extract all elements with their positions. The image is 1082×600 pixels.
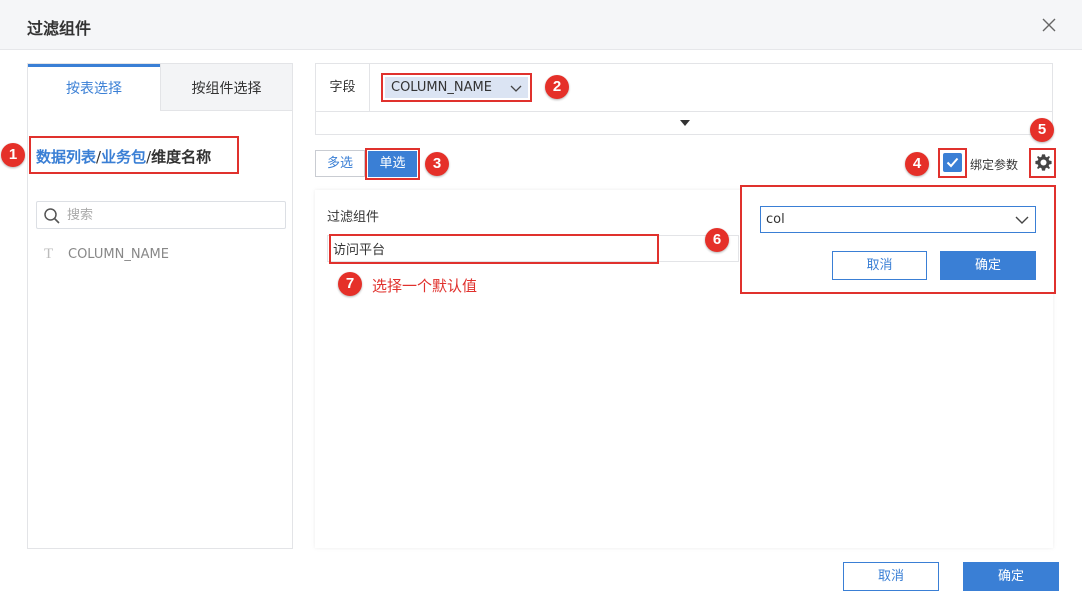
annotation-marker-1: 1 bbox=[1, 143, 25, 167]
check-icon bbox=[946, 157, 959, 168]
field-chip-highlight: COLUMN_NAME bbox=[381, 73, 532, 102]
settings-highlight bbox=[1029, 148, 1056, 178]
multi-select-button[interactable]: 多选 bbox=[315, 150, 365, 177]
annotation-marker-6: 6 bbox=[705, 228, 729, 252]
single-select-button[interactable]: 单选 bbox=[368, 151, 417, 177]
annotation-marker-5: 5 bbox=[1030, 118, 1054, 142]
expand-row bbox=[315, 111, 1053, 135]
filter-title: 过滤组件 bbox=[327, 210, 380, 225]
field-label: 字段 bbox=[316, 64, 370, 111]
text-type-icon: T bbox=[44, 246, 54, 262]
default-value-text: 访问平台 bbox=[333, 243, 386, 258]
popup-cancel-button[interactable]: 取消 bbox=[832, 251, 927, 280]
field-row: 字段 COLUMN_NAME bbox=[315, 63, 1053, 111]
tab-by-component[interactable]: 按组件选择 bbox=[160, 64, 292, 111]
bind-param-checkbox[interactable] bbox=[943, 153, 962, 172]
cancel-button[interactable]: 取消 bbox=[843, 562, 939, 591]
chevron-down-icon bbox=[510, 85, 522, 92]
field-name: COLUMN_NAME bbox=[68, 247, 169, 262]
search-box[interactable] bbox=[36, 201, 286, 229]
close-icon[interactable] bbox=[1038, 14, 1060, 36]
search-input[interactable] bbox=[67, 205, 277, 225]
breadcrumb-data-list[interactable]: 数据列表 bbox=[36, 148, 96, 166]
chevron-down-icon bbox=[1015, 216, 1029, 224]
breadcrumb-dimension-name: 维度名称 bbox=[151, 148, 212, 166]
annotation-marker-3: 3 bbox=[425, 152, 449, 176]
breadcrumb: 数据列表/业务包/维度名称 bbox=[29, 136, 239, 174]
bind-param-highlight bbox=[938, 148, 967, 178]
param-select-value: col bbox=[766, 212, 785, 227]
search-icon bbox=[44, 208, 60, 224]
selected-field-name: COLUMN_NAME bbox=[391, 80, 492, 95]
annotation-marker-7: 7 bbox=[338, 272, 362, 296]
single-select-highlight: 单选 bbox=[365, 148, 420, 180]
annotation-marker-4: 4 bbox=[905, 152, 929, 176]
filter-component-dialog: 过滤组件 按表选择 按组件选择 数据列表/业务包/维度名称 T COLUMN_NA… bbox=[0, 0, 1082, 600]
dialog-title: 过滤组件 bbox=[27, 19, 92, 38]
popup-ok-button[interactable]: 确定 bbox=[940, 251, 1036, 280]
ok-button[interactable]: 确定 bbox=[963, 562, 1059, 591]
param-select[interactable]: col bbox=[760, 206, 1036, 233]
annotation-marker-2: 2 bbox=[545, 75, 569, 99]
breadcrumb-business-package[interactable]: 业务包 bbox=[101, 148, 146, 166]
bind-param-label: 绑定参数 bbox=[970, 158, 1019, 172]
selected-field-dropdown[interactable]: COLUMN_NAME bbox=[385, 77, 528, 98]
left-panel: 按表选择 按组件选择 数据列表/业务包/维度名称 T COLUMN_NAME bbox=[27, 63, 293, 549]
annotation-note-7: 选择一个默认值 bbox=[372, 277, 478, 295]
tab-by-table[interactable]: 按表选择 bbox=[28, 64, 160, 111]
dialog-header: 过滤组件 bbox=[0, 0, 1082, 50]
source-tabs: 按表选择 按组件选择 bbox=[28, 64, 292, 111]
field-list-item[interactable]: T COLUMN_NAME bbox=[44, 246, 169, 263]
caret-down-icon[interactable] bbox=[680, 120, 690, 126]
bind-param-popup: col 取消 确定 bbox=[740, 185, 1056, 294]
gear-icon[interactable] bbox=[1034, 153, 1053, 172]
